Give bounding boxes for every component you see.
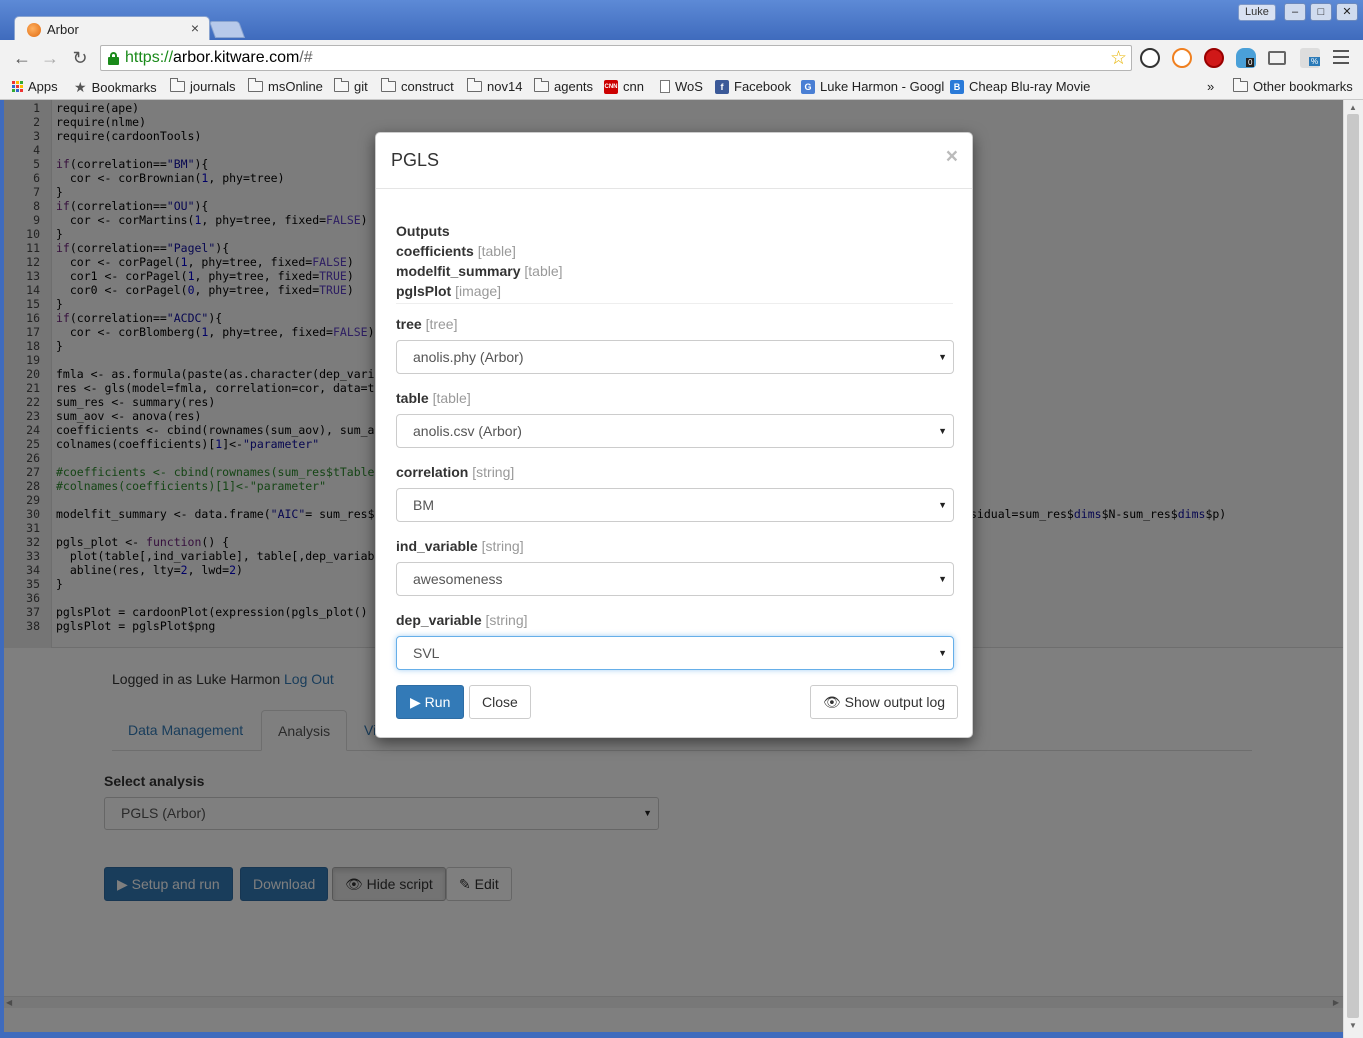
extension-stop-icon[interactable]: [1204, 48, 1224, 68]
dropdown-caret-icon: ▼: [938, 352, 947, 362]
dropdown-caret-icon: ▼: [938, 574, 947, 584]
bookmark-facebook[interactable]: f Facebook: [715, 79, 791, 94]
window-border-bottom: [0, 1032, 1343, 1038]
folder-icon: [1233, 78, 1248, 92]
address-bar[interactable]: https://arbor.kitware.com/# ☆: [100, 45, 1132, 71]
facebook-icon: f: [715, 79, 729, 94]
bookmark-cnn[interactable]: CNN cnn: [604, 79, 644, 94]
tab-close-icon[interactable]: ×: [191, 20, 199, 36]
folder-icon: [467, 78, 482, 92]
folder-icon: [381, 78, 396, 92]
extension-b-icon[interactable]: [1172, 48, 1192, 68]
apps-grid-icon: [12, 81, 23, 92]
extension-shield-icon[interactable]: %: [1300, 48, 1321, 68]
close-window-button[interactable]: ✕: [1336, 3, 1358, 21]
profile-button[interactable]: Luke: [1238, 4, 1276, 21]
dep-variable-label: dep_variable [string]: [396, 612, 528, 628]
modal-close-icon[interactable]: ×: [946, 145, 958, 169]
folder-icon: [170, 78, 185, 92]
table-select[interactable]: anolis.csv (Arbor) ▼: [396, 414, 954, 448]
divider: [396, 303, 953, 304]
browser-toolbar: ← → ↻ https://arbor.kitware.com/# ☆ 0 %: [0, 40, 1363, 76]
lock-icon: [108, 52, 119, 65]
new-tab-button[interactable]: [208, 21, 246, 38]
cast-icon[interactable]: [1268, 51, 1286, 65]
correlation-label: correlation [string]: [396, 464, 515, 480]
modal-header: PGLS ×: [376, 133, 972, 189]
run-button[interactable]: ▶ Run: [396, 685, 465, 719]
url-text: https://arbor.kitware.com/#: [125, 49, 313, 66]
bookmark-google-scholar[interactable]: G Luke Harmon - Googl: [801, 79, 944, 94]
bookmarks-bar: Apps ★ Bookmarks journals msOnline git c…: [0, 76, 1363, 100]
output-item: modelfit_summary [table]: [396, 263, 563, 279]
bookmark-journals[interactable]: journals: [170, 78, 236, 94]
browser-tab-arbor[interactable]: Arbor ×: [14, 16, 210, 42]
modal-title: PGLS: [391, 150, 440, 170]
extension-ghostery-icon[interactable]: 0: [1236, 48, 1256, 68]
bookmark-bookmarks[interactable]: ★ Bookmarks: [74, 79, 157, 96]
dropdown-caret-icon: ▼: [938, 648, 947, 658]
minimize-button[interactable]: –: [1284, 3, 1306, 21]
bookmarks-overflow-button[interactable]: »: [1207, 79, 1214, 94]
bookmark-wos[interactable]: WoS: [660, 79, 703, 94]
bookmark-apps[interactable]: Apps: [12, 79, 58, 94]
tab-title: Arbor: [47, 22, 79, 37]
folder-icon: [334, 78, 349, 92]
outputs-section: Outputs coefficients [table] modelfit_su…: [396, 221, 563, 301]
chrome-menu-icon[interactable]: [1333, 50, 1349, 68]
forward-icon[interactable]: →: [39, 48, 61, 68]
eye-icon: 👁: [823, 694, 841, 710]
arbor-favicon-icon: [27, 23, 41, 37]
play-icon: ▶: [410, 694, 421, 710]
ind-variable-label: ind_variable [string]: [396, 538, 524, 554]
browser-titlebar: Arbor × Luke – □ ✕: [0, 0, 1363, 42]
bookmark-msonline[interactable]: msOnline: [248, 78, 323, 94]
tree-label: tree [tree]: [396, 316, 458, 332]
page-icon: [660, 80, 670, 93]
vertical-scrollbar[interactable]: ▲ ▼: [1343, 100, 1363, 1038]
blu-ray-icon: B: [950, 79, 964, 94]
tree-select[interactable]: anolis.phy (Arbor) ▼: [396, 340, 954, 374]
folder-icon: [534, 78, 549, 92]
output-item: coefficients [table]: [396, 243, 516, 259]
pgls-modal: PGLS × Outputs coefficients [table] mode…: [375, 132, 973, 738]
scrollbar-thumb[interactable]: [1347, 114, 1359, 1018]
maximize-button[interactable]: □: [1310, 3, 1332, 21]
close-button[interactable]: Close: [469, 685, 531, 719]
bookmark-star-icon[interactable]: ☆: [1110, 47, 1127, 70]
bookmark-other-bookmarks[interactable]: Other bookmarks: [1233, 78, 1353, 94]
show-output-log-button[interactable]: 👁 Show output log: [810, 685, 959, 719]
bookmark-blu-ray[interactable]: B Cheap Blu-ray Movie: [950, 79, 1090, 94]
star-icon: ★: [74, 79, 87, 95]
dep-variable-select[interactable]: SVL ▼: [396, 636, 954, 670]
output-item: pglsPlot [image]: [396, 283, 502, 299]
dropdown-caret-icon: ▼: [938, 500, 947, 510]
correlation-select[interactable]: BM ▼: [396, 488, 954, 522]
folder-icon: [248, 78, 263, 92]
dropdown-caret-icon: ▼: [938, 426, 947, 436]
bookmark-construct[interactable]: construct: [381, 78, 454, 94]
scroll-down-icon[interactable]: ▼: [1349, 1021, 1357, 1030]
bookmark-agents[interactable]: agents: [534, 78, 593, 94]
extension-s-icon[interactable]: [1140, 48, 1160, 68]
bookmark-git[interactable]: git: [334, 78, 368, 94]
ind-variable-select[interactable]: awesomeness ▼: [396, 562, 954, 596]
table-label: table [table]: [396, 390, 471, 406]
reload-icon[interactable]: ↻: [69, 48, 91, 68]
bookmark-nov14[interactable]: nov14: [467, 78, 522, 94]
cnn-icon: CNN: [604, 79, 618, 94]
google-scholar-icon: G: [801, 79, 815, 94]
outputs-heading: Outputs: [396, 223, 450, 239]
back-icon[interactable]: ←: [11, 48, 33, 68]
scroll-up-icon[interactable]: ▲: [1349, 103, 1357, 112]
